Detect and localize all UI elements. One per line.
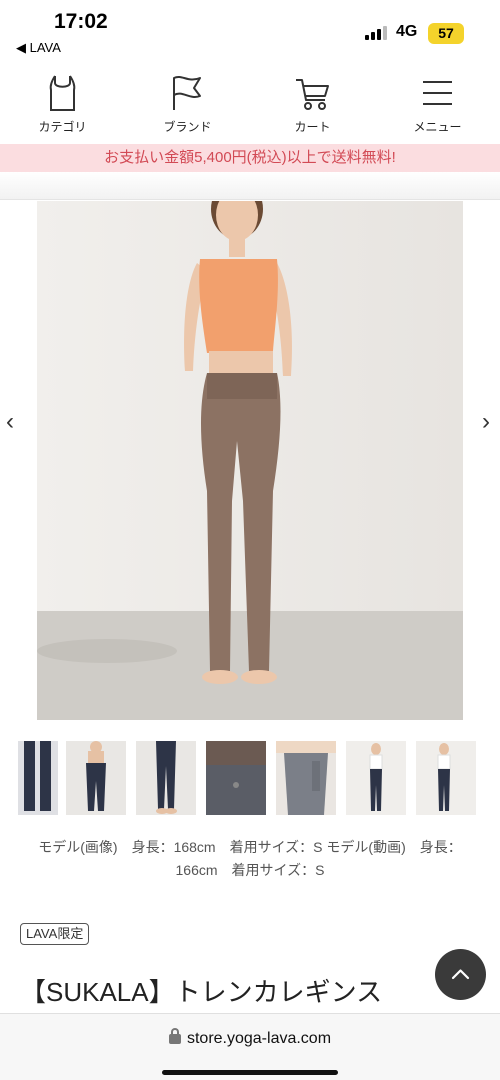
thumbnail-5[interactable] — [276, 741, 336, 815]
signal-icon — [365, 26, 387, 40]
header-divider — [0, 172, 500, 200]
lock-icon — [168, 1028, 181, 1044]
url-text: store.yoga-lava.com — [186, 1030, 332, 1047]
free-shipping-banner[interactable]: お支払い金額5,400円(税込)以上で送料無料! — [0, 144, 500, 172]
thumbnail-3[interactable] — [136, 741, 196, 815]
nav-brand-label: ブランド — [163, 120, 212, 134]
tank-top-icon — [49, 75, 76, 111]
nav-category[interactable]: カテゴリ — [0, 64, 125, 144]
header-nav: カテゴリ ブランド カート メニュー — [0, 64, 500, 144]
thumbnail-6[interactable] — [346, 741, 406, 815]
model-photo — [37, 201, 463, 720]
thumbnail-1[interactable] — [18, 741, 58, 815]
nav-brand[interactable]: ブランド — [125, 64, 250, 144]
gallery-next-button[interactable]: › — [482, 408, 490, 436]
clock: 17:02 — [54, 10, 108, 33]
menu-icon — [423, 81, 452, 105]
nav-menu[interactable]: メニュー — [375, 64, 500, 144]
exclusive-badge: LAVA限定 — [20, 923, 90, 945]
cart-icon — [296, 79, 329, 110]
thumbnail-2[interactable] — [66, 741, 126, 815]
nav-category-label: カテゴリ — [38, 120, 87, 134]
thumbnail-7[interactable] — [416, 741, 476, 815]
flag-icon — [173, 76, 201, 110]
back-to-app-link[interactable]: ◀ LAVA — [16, 40, 61, 56]
browser-url-bar[interactable]: store.yoga-lava.com — [0, 1013, 500, 1080]
chevron-up-icon — [451, 969, 470, 980]
product-main-image[interactable] — [37, 201, 463, 720]
model-size-caption: モデル(画像) 身長：168cm 着用サイズ：S モデル(動画) 身長：166c… — [38, 839, 462, 878]
url-display[interactable]: store.yoga-lava.com — [0, 1028, 500, 1048]
nav-cart-label: カート — [294, 120, 331, 134]
battery-icon: 57 — [428, 23, 464, 44]
thumbnail-4[interactable] — [206, 741, 266, 815]
status-bar: 17:02 ◀ LAVA 4G 57 — [0, 0, 500, 64]
nav-menu-label: メニュー — [413, 120, 462, 134]
scroll-to-top-button[interactable] — [435, 949, 486, 1000]
nav-cart[interactable]: カート — [250, 64, 375, 144]
network-type: 4G — [396, 23, 418, 40]
home-indicator — [162, 1070, 338, 1075]
gallery-prev-button[interactable]: ‹ — [6, 408, 14, 436]
thumbnail-strip — [0, 741, 500, 815]
product-title: 【SUKALA】トレンカレギンス — [20, 977, 383, 1007]
